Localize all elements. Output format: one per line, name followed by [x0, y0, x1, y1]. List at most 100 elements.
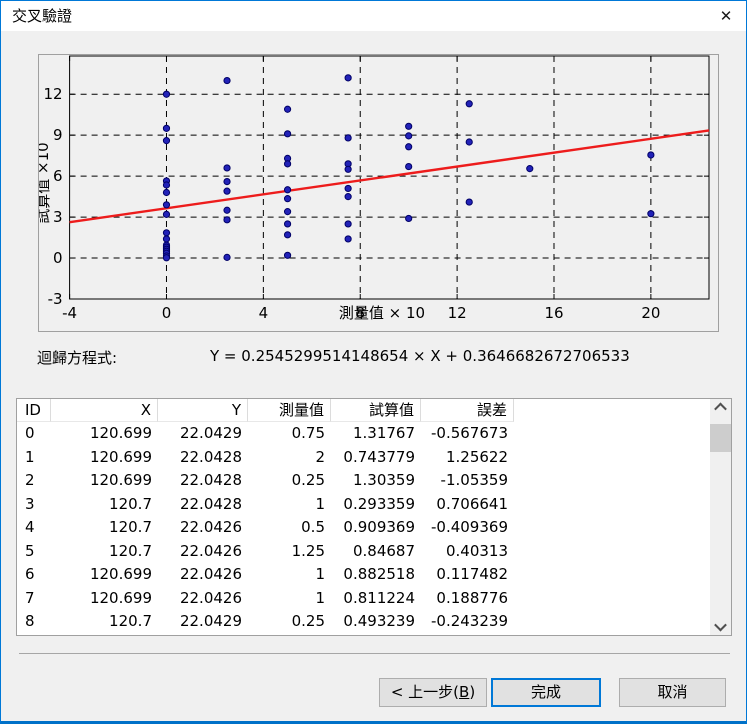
equation-text: Y = 0.2545299514148654 × X + 0.364668267…	[210, 347, 630, 365]
table-cell: 2	[17, 469, 51, 493]
table-row[interactable]: 3120.722.042810.2933590.706641	[17, 493, 514, 517]
table-cell: 0	[17, 422, 51, 446]
table-cell: 22.0429	[158, 422, 248, 446]
table-cell: 0.811224	[331, 587, 421, 611]
table-cell: 4	[17, 516, 51, 540]
table-cell: 1.31767	[331, 422, 421, 446]
cancel-button[interactable]: 取消	[619, 678, 726, 707]
svg-text:0: 0	[53, 249, 63, 267]
table-cell: 1	[248, 587, 331, 611]
scrollbar-down-button[interactable]	[710, 618, 731, 635]
svg-text:9: 9	[53, 126, 63, 144]
table-cell: 22.0426	[158, 563, 248, 587]
svg-text:4: 4	[259, 304, 269, 322]
table-cell: 0.117482	[421, 563, 514, 587]
table-cell: 8	[17, 610, 51, 634]
table-row[interactable]: 4120.722.04260.50.909369-0.409369	[17, 516, 514, 540]
svg-text:6: 6	[53, 167, 63, 185]
table-cell: 0.493239	[331, 610, 421, 634]
table-cell: -0.567673	[421, 422, 514, 446]
table-cell: 2	[248, 446, 331, 470]
table-cell: 120.7	[51, 493, 158, 517]
back-button-label: < 上一步(	[391, 683, 459, 701]
table-cell: 22.0426	[158, 516, 248, 540]
table-cell: 0.909369	[331, 516, 421, 540]
table-cell: 1	[248, 493, 331, 517]
equation-label: 迴歸方程式:	[37, 347, 117, 368]
table-cell: 0.84687	[331, 540, 421, 564]
table-cell: -0.243239	[421, 610, 514, 634]
table-cell: 0.882518	[331, 563, 421, 587]
back-button[interactable]: < 上一步(B)	[379, 678, 487, 707]
svg-text:試算值 ×10: 試算值 ×10	[39, 142, 52, 223]
table-cell: 0.40313	[421, 540, 514, 564]
back-button-label-suffix: )	[469, 683, 475, 701]
column-header[interactable]: 測量值	[248, 399, 331, 422]
table-cell: 22.0428	[158, 446, 248, 470]
table-cell: -0.409369	[421, 516, 514, 540]
table-cell: 3	[17, 493, 51, 517]
table-cell: 1	[248, 563, 331, 587]
table-cell: 120.699	[51, 469, 158, 493]
table-cell: 120.699	[51, 587, 158, 611]
table-cell: 6	[17, 563, 51, 587]
scrollbar-up-button[interactable]	[710, 399, 731, 416]
column-header[interactable]: 誤差	[421, 399, 514, 422]
table-cell: 0.293359	[331, 493, 421, 517]
table-body: 0120.69922.04290.751.31767-0.5676731120.…	[17, 422, 514, 634]
table-row[interactable]: 0120.69922.04290.751.31767-0.567673	[17, 422, 514, 446]
svg-text:12: 12	[44, 85, 63, 103]
column-header[interactable]: 試算值	[331, 399, 421, 422]
table-cell: -1.05359	[421, 469, 514, 493]
table-row[interactable]: 6120.69922.042610.8825180.117482	[17, 563, 514, 587]
table-cell: 120.7	[51, 516, 158, 540]
svg-text:20: 20	[641, 304, 660, 322]
svg-text:0: 0	[162, 304, 172, 322]
column-header[interactable]: X	[51, 399, 158, 422]
dialog-title: 交叉驗證	[12, 1, 72, 31]
equation-row: 迴歸方程式: Y = 0.2545299514148654 × X + 0.36…	[1, 347, 746, 367]
table-row[interactable]: 5120.722.04261.250.846870.40313	[17, 540, 514, 564]
titlebar: 交叉驗證 ✕	[1, 1, 746, 31]
svg-text:3: 3	[53, 208, 63, 226]
close-icon[interactable]: ✕	[707, 1, 745, 31]
table-cell: 120.7	[51, 540, 158, 564]
finish-button[interactable]: 完成	[491, 678, 601, 707]
vertical-scrollbar[interactable]	[710, 399, 731, 635]
table-cell: 1.25	[248, 540, 331, 564]
data-table: IDXY測量值試算值誤差 0120.69922.04290.751.31767-…	[16, 398, 732, 636]
table-cell: 22.0426	[158, 540, 248, 564]
table-cell: 22.0426	[158, 587, 248, 611]
chevron-down-icon	[714, 619, 727, 632]
table-cell: 0.25	[248, 469, 331, 493]
table-cell: 1.30359	[331, 469, 421, 493]
table-header: IDXY測量值試算值誤差	[17, 399, 514, 422]
table-cell: 22.0429	[158, 610, 248, 634]
chart-panel: -4048121620-3036912測量值 × 10試算值 ×10	[38, 54, 719, 332]
scatter-chart: -4048121620-3036912測量值 × 10試算值 ×10	[39, 55, 718, 331]
table-cell: 0.5	[248, 516, 331, 540]
table-cell: 22.0428	[158, 493, 248, 517]
table-cell: 1	[17, 446, 51, 470]
scrollbar-thumb[interactable]	[710, 424, 731, 452]
table-cell: 5	[17, 540, 51, 564]
svg-text:-4: -4	[62, 304, 77, 322]
back-button-accesskey: B	[459, 683, 469, 701]
dialog-cross-validation: 交叉驗證 ✕ -4048121620-3036912測量值 × 10試算值 ×1…	[0, 0, 747, 724]
table-cell: 0.25	[248, 610, 331, 634]
table-row[interactable]: 1120.69922.042820.7437791.25622	[17, 446, 514, 470]
table-cell: 120.7	[51, 610, 158, 634]
table-row[interactable]: 2120.69922.04280.251.30359-1.05359	[17, 469, 514, 493]
column-header[interactable]: ID	[17, 399, 51, 422]
table-cell: 0.743779	[331, 446, 421, 470]
table-row[interactable]: 7120.69922.042610.8112240.188776	[17, 587, 514, 611]
table-row[interactable]: 8120.722.04290.250.493239-0.243239	[17, 610, 514, 634]
column-header[interactable]: Y	[158, 399, 248, 422]
table-cell: 0.706641	[421, 493, 514, 517]
table-cell: 1.25622	[421, 446, 514, 470]
table-cell: 120.699	[51, 563, 158, 587]
table-cell: 120.699	[51, 422, 158, 446]
svg-text:-3: -3	[48, 290, 63, 308]
svg-text:16: 16	[544, 304, 563, 322]
svg-text:測量值 × 10: 測量值 × 10	[339, 304, 425, 322]
